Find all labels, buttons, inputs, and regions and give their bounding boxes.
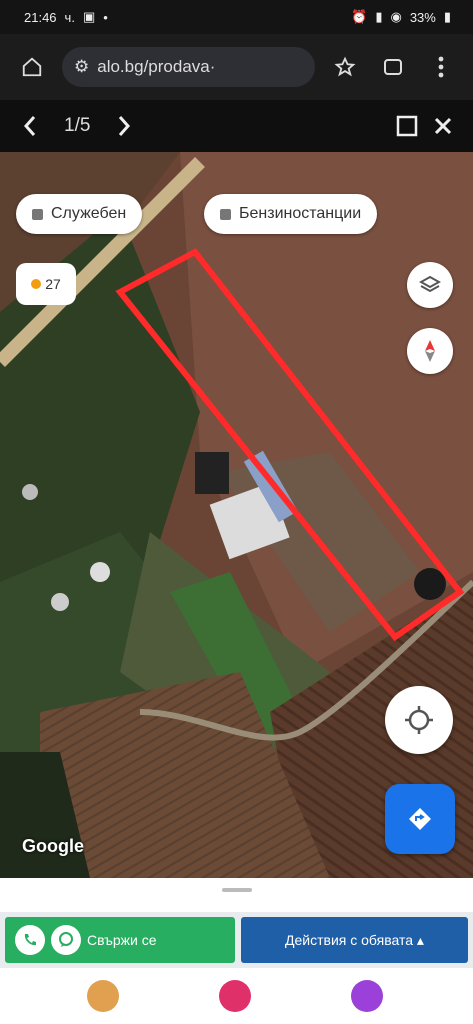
layers-button[interactable] (407, 262, 453, 308)
map-chip-gas-stations[interactable]: Бензиностанции (204, 194, 378, 234)
dock-app-2-icon[interactable] (219, 980, 251, 1012)
address-bar[interactable]: ⚙ alo.bg/prodava· (62, 47, 315, 87)
bookmark-star-icon[interactable] (327, 49, 363, 85)
compass-icon (425, 340, 435, 362)
battery-icon: ▮ (443, 9, 451, 24)
site-settings-icon[interactable]: ⚙ (74, 57, 89, 77)
dock-app-3-icon[interactable] (351, 980, 383, 1012)
ad-actions-label: Действия с обявата ▴ (285, 931, 424, 948)
map-chip-office[interactable]: Служебен (16, 194, 143, 234)
dot-icon: • (103, 9, 108, 25)
url-text: alo.bg/prodava· (97, 57, 216, 76)
compass-button[interactable] (407, 328, 453, 374)
status-carrier: ч. (64, 9, 75, 25)
google-attribution: Google (22, 836, 84, 856)
ad-action-bar: Свържи се Действия с обявата ▴ (0, 912, 473, 968)
my-location-button[interactable] (385, 686, 453, 754)
tabs-icon[interactable] (375, 49, 411, 85)
chat-icon (51, 925, 81, 955)
contact-button[interactable]: Свържи се (5, 917, 235, 963)
chip-label: Служебен (51, 205, 127, 222)
browser-toolbar: ⚙ alo.bg/prodava· (0, 34, 473, 100)
previous-image-icon[interactable] (12, 108, 48, 144)
fullscreen-icon[interactable] (389, 108, 425, 144)
next-image-icon[interactable] (106, 108, 142, 144)
battery-percent: 33% (409, 9, 436, 25)
signal-icon: ▮ (375, 9, 383, 24)
satellite-map[interactable] (0, 152, 473, 878)
sun-icon (31, 279, 42, 289)
briefcase-icon (32, 208, 43, 220)
dock-app-1-icon[interactable] (87, 980, 119, 1012)
close-icon[interactable] (425, 108, 461, 144)
phone-icon (15, 925, 45, 955)
crosshair-icon (405, 706, 433, 734)
bottom-dock (0, 968, 473, 1024)
gas-station-icon (220, 208, 231, 220)
chip-label: Бензиностанции (239, 205, 362, 222)
ad-actions-button[interactable]: Действия с обявата ▴ (241, 917, 468, 963)
gallery-toolbar: 1/5 (0, 100, 473, 152)
home-icon[interactable] (14, 49, 50, 85)
directions-button[interactable] (385, 784, 455, 854)
layers-icon (419, 275, 441, 293)
temperature-value: 27 (45, 276, 61, 292)
drag-handle[interactable] (222, 888, 252, 892)
notification-icon: ▣ (82, 9, 96, 24)
status-bar: 21:46 ч. ▣ • ⏰ ▮ ◉ 33% ▮ (0, 0, 473, 34)
weather-badge: 27 (16, 263, 76, 305)
map-imagery (0, 152, 473, 878)
bottom-sheet[interactable] (0, 878, 473, 912)
status-time: 21:46 (24, 9, 57, 25)
navigation-icon (409, 808, 431, 830)
alarm-icon: ⏰ (351, 9, 368, 24)
menu-more-icon[interactable] (423, 49, 459, 85)
wifi-icon: ◉ (390, 9, 402, 24)
image-counter: 1/5 (64, 115, 91, 136)
contact-label: Свържи се (87, 932, 157, 948)
